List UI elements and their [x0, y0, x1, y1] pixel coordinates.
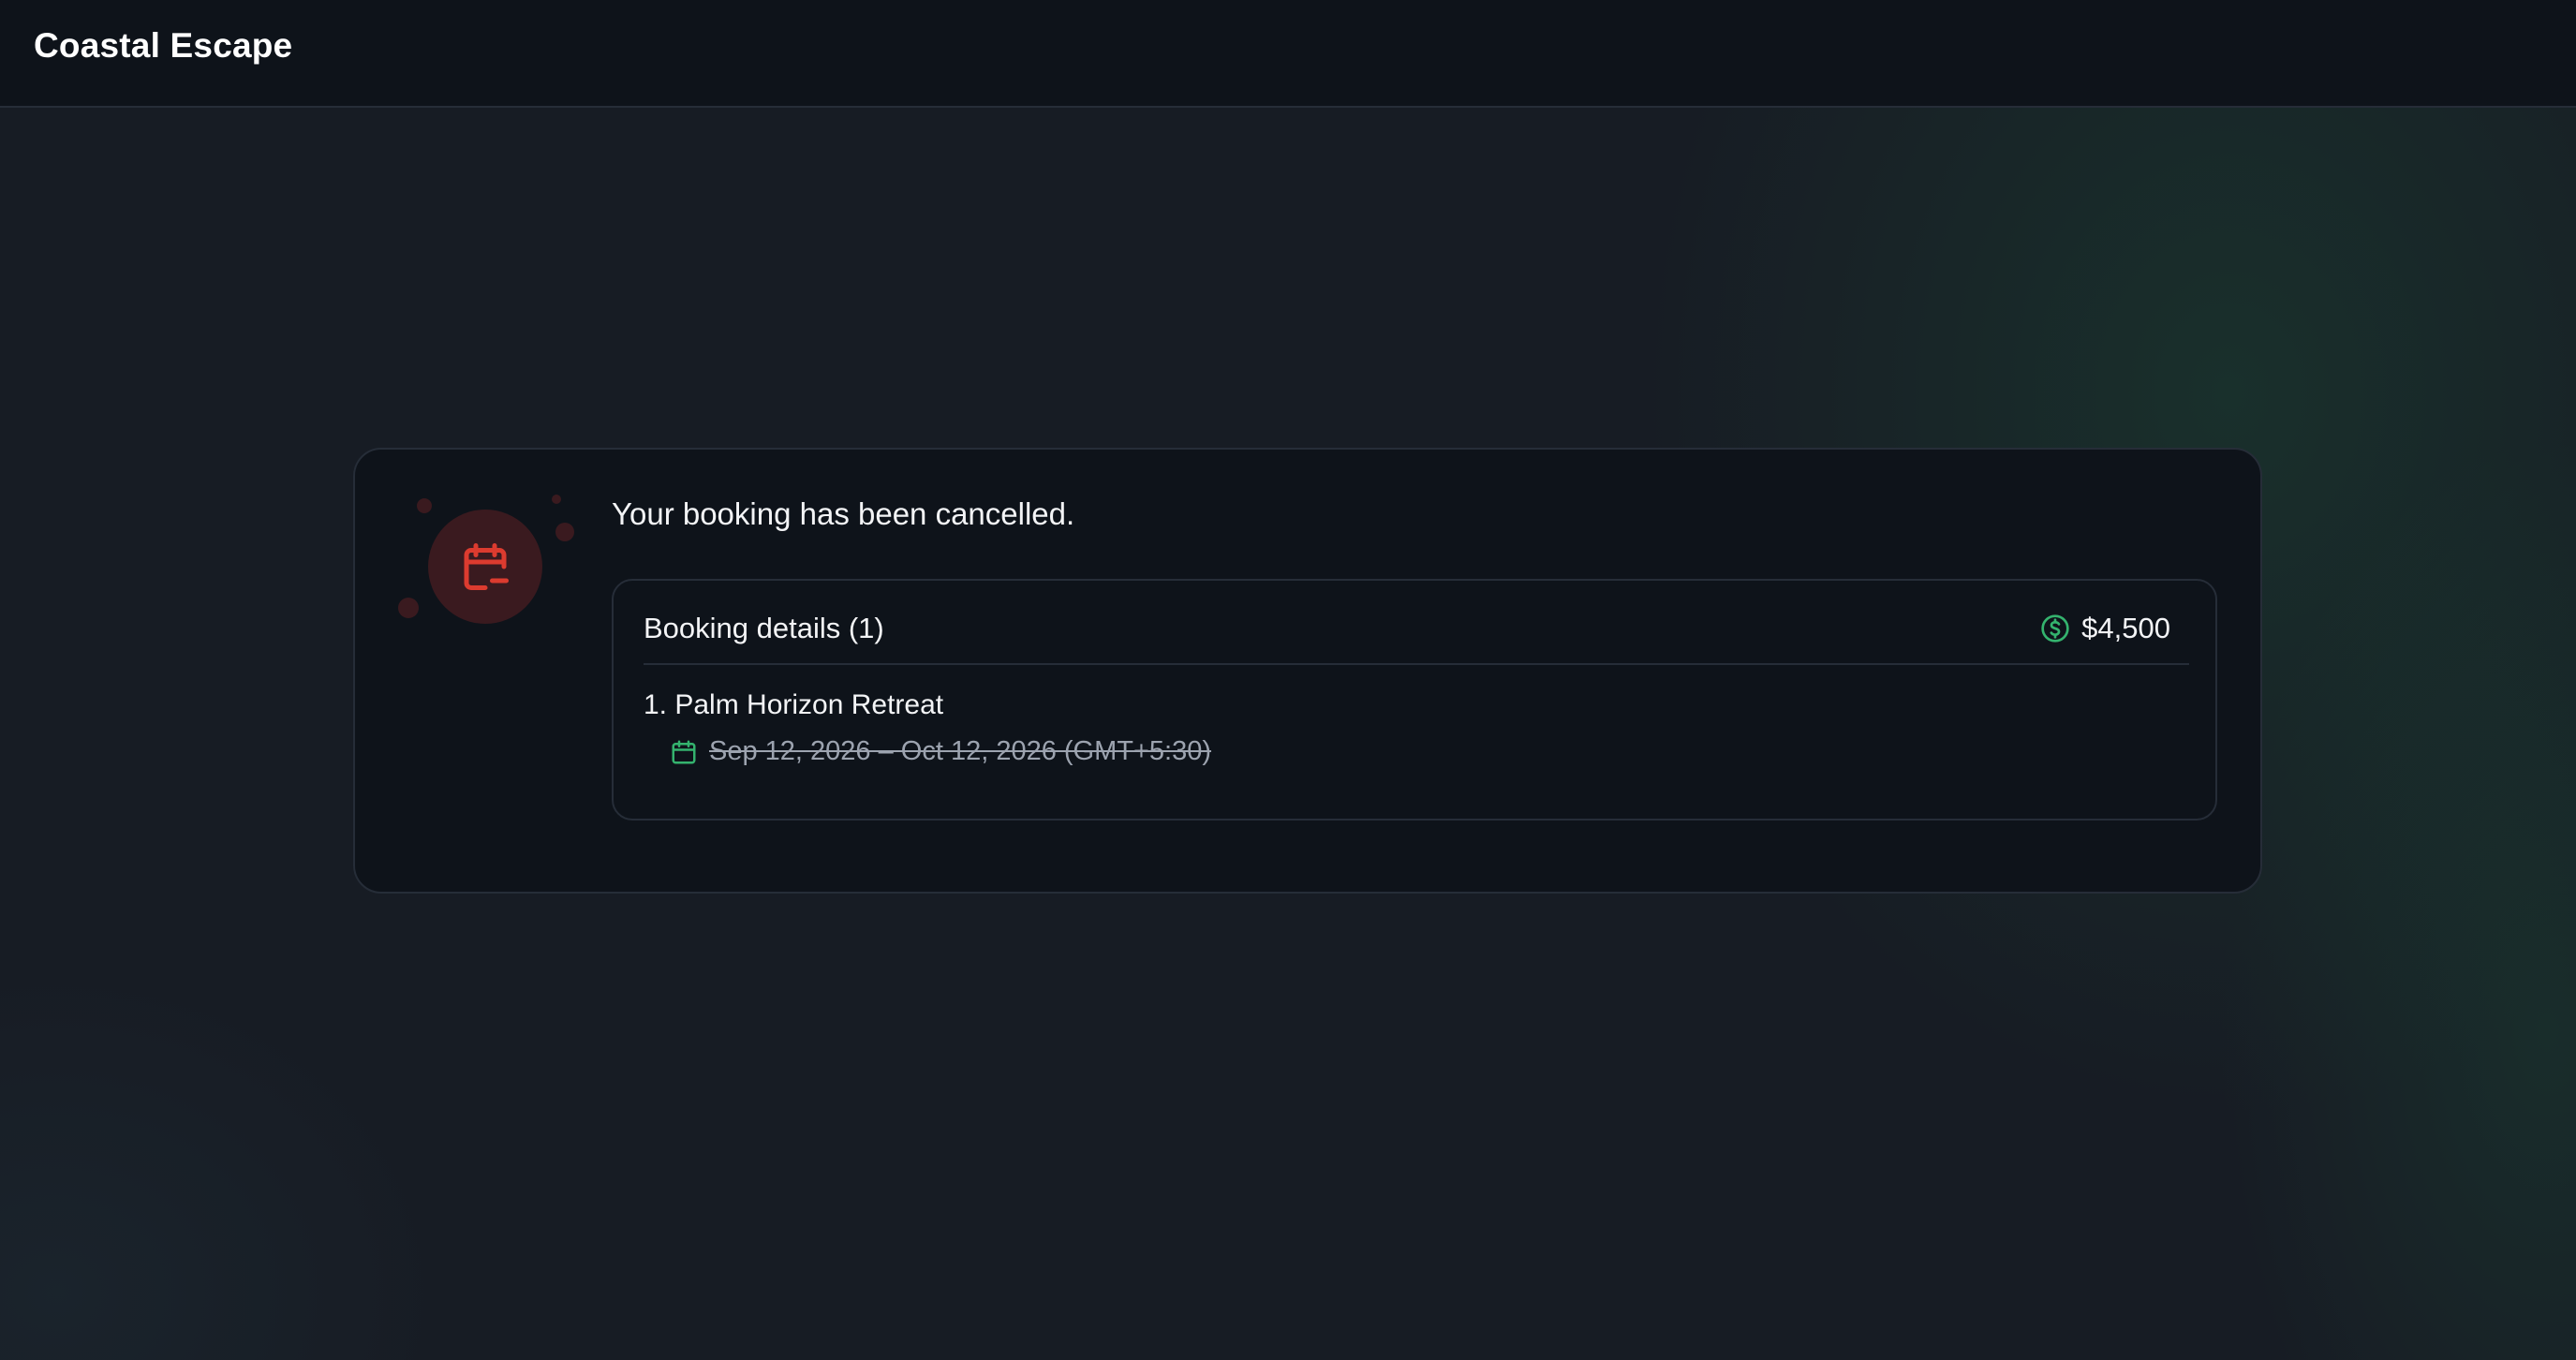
booking-total: $4,500 — [2040, 612, 2170, 645]
app-title[interactable]: Coastal Escape — [34, 26, 292, 66]
booking-item-dates: Sep 12, 2026 – Oct 12, 2026 (GMT+5:30) — [670, 736, 1211, 767]
top-bar: Coastal Escape — [0, 0, 2576, 108]
booking-details-header: Booking details (1) $4,500 — [644, 581, 2189, 665]
decor-dot — [398, 598, 419, 618]
cancellation-message: Your booking has been cancelled. — [612, 496, 1075, 531]
booking-details-title: Booking details (1) — [644, 612, 884, 644]
booking-item-name: 1. Palm Horizon Retreat — [644, 689, 944, 720]
decor-dot — [417, 498, 432, 513]
cancellation-card: Your booking has been cancelled. Booking… — [353, 448, 2262, 894]
decor-dot — [552, 495, 561, 504]
decor-dot — [555, 523, 574, 541]
booking-item-date-range: Sep 12, 2026 – Oct 12, 2026 (GMT+5:30) — [709, 736, 1212, 766]
calendar-icon — [670, 738, 698, 766]
calendar-minus-icon — [428, 510, 542, 624]
booking-details-panel: Booking details (1) $4,500 1. Palm Horiz… — [612, 579, 2217, 820]
status-icon-group — [398, 495, 574, 639]
dollar-circle-icon — [2040, 613, 2070, 643]
booking-total-amount: $4,500 — [2081, 612, 2170, 644]
